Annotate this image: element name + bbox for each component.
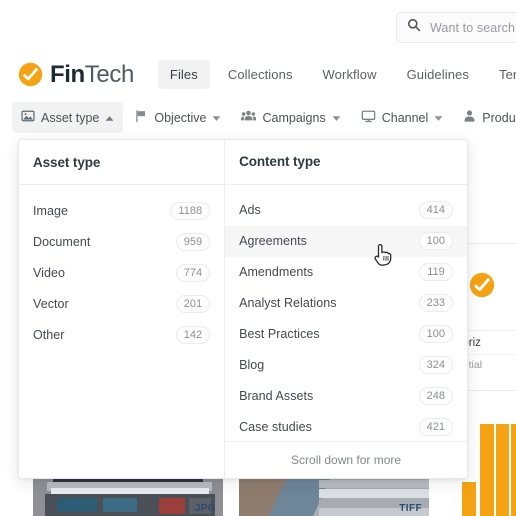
nav-item-workflow[interactable]: Workflow [311, 60, 389, 89]
asset-type-option-vector[interactable]: Vector 201 [19, 288, 224, 319]
option-label: Agreements [239, 234, 307, 249]
option-label: Other [33, 327, 65, 342]
monitor-icon [361, 109, 376, 126]
brand-logo[interactable]: FinTech [18, 61, 134, 89]
brand-name: FinTech [50, 61, 134, 89]
asset-type-dropdown-panel: Asset type Image 1188 Document 959 Video… [18, 139, 468, 479]
nav-item-templates[interactable]: Ten [487, 60, 516, 89]
content-type-option-ads[interactable]: Ads 414 [225, 195, 467, 226]
nav-items: Files Collections Workflow Guidelines Te… [157, 60, 516, 89]
asset-type-column: Asset type Image 1188 Document 959 Video… [19, 140, 226, 478]
file-format-badge: JPG [194, 503, 216, 514]
brand-name-part2: Tech [84, 60, 135, 88]
option-count: 421 [418, 418, 453, 437]
search-placeholder-text: Want to search [430, 20, 515, 35]
content-type-list: Ads 414 Agreements 100 Amendments 119 An… [225, 185, 467, 441]
option-count: 959 [175, 232, 211, 251]
asset-type-option-image[interactable]: Image 1188 [19, 195, 224, 226]
content-type-option-best-practices[interactable]: Best Practices 100 [225, 319, 467, 350]
nav-item-files[interactable]: Files [157, 60, 210, 89]
filter-chip-channel[interactable]: Channel [352, 102, 453, 133]
search-icon [407, 18, 421, 37]
filter-chip-campaigns[interactable]: Campaigns [232, 102, 349, 133]
content-type-column: Content type Ads 414 Agreements 100 Amen… [225, 140, 467, 478]
content-type-header: Content type [225, 140, 467, 185]
option-count: 201 [175, 294, 211, 313]
option-label: Vector [33, 296, 69, 311]
person-icon [463, 109, 476, 126]
option-count: 100 [418, 232, 453, 251]
chevron-up-icon [105, 111, 114, 125]
asset-type-option-document[interactable]: Document 959 [19, 226, 224, 257]
asset-type-option-video[interactable]: Video 774 [19, 257, 224, 288]
chevron-down-icon [434, 111, 443, 125]
search-input[interactable]: Want to search [396, 12, 516, 43]
option-label: Blog [239, 358, 265, 373]
chevron-down-icon [332, 111, 341, 125]
option-label: Video [33, 265, 65, 280]
content-type-option-analyst-relations[interactable]: Analyst Relations 233 [225, 288, 467, 319]
scroll-hint-footer[interactable]: Scroll down for more [225, 441, 467, 478]
nav-item-collections[interactable]: Collections [216, 60, 305, 89]
filter-chip-asset-type[interactable]: Asset type [12, 102, 124, 133]
flag-icon [134, 109, 148, 126]
content-type-option-case-studies[interactable]: Case studies 421 [225, 412, 467, 441]
option-label: Case studies [239, 420, 312, 435]
search-row: Want to search [0, 0, 516, 52]
content-type-option-blog[interactable]: Blog 324 [225, 350, 467, 381]
image-icon [21, 109, 35, 126]
asset-type-option-other[interactable]: Other 142 [19, 319, 224, 350]
nav-item-guidelines[interactable]: Guidelines [395, 60, 481, 89]
people-icon [241, 109, 257, 126]
option-count: 324 [418, 356, 453, 375]
filter-bar: Asset type Objective Campaigns Channel P… [0, 97, 516, 138]
option-count: 233 [418, 294, 453, 313]
content-type-option-amendments[interactable]: Amendments 119 [225, 257, 467, 288]
option-count: 119 [419, 263, 453, 282]
orange-circle-check-icon [469, 272, 495, 303]
content-type-option-brand-assets[interactable]: Brand Assets 248 [225, 381, 467, 412]
brand-name-part1: Fin [50, 60, 85, 88]
filter-chip-objective[interactable]: Objective [125, 102, 230, 133]
app-root: Want to search FinTech Files Collections… [0, 0, 516, 516]
content-type-option-agreements[interactable]: Agreements 100 [225, 225, 467, 257]
file-format-badge: TIFF [399, 503, 422, 514]
asset-type-header: Asset type [19, 140, 225, 185]
option-label: Brand Assets [239, 389, 314, 404]
option-count: 414 [418, 201, 453, 220]
option-label: Amendments [239, 265, 314, 280]
filter-chip-label: Objective [154, 110, 207, 125]
orange-circle-check-icon [18, 62, 43, 87]
option-count: 142 [175, 325, 211, 344]
option-label: Ads [239, 203, 261, 218]
filter-chip-label: Channel [381, 110, 429, 125]
option-label: Analyst Relations [239, 296, 337, 311]
filter-chip-label: Campaigns [262, 110, 326, 125]
option-label: Document [33, 234, 91, 249]
filter-chip-label: Produced b [482, 110, 516, 125]
option-label: Image [33, 203, 68, 218]
option-label: Best Practices [239, 327, 320, 342]
asset-type-list: Image 1188 Document 959 Video 774 Vector… [19, 185, 224, 478]
option-count: 774 [175, 263, 211, 282]
option-count: 1188 [170, 201, 211, 220]
option-count: 100 [418, 325, 453, 344]
option-count: 248 [418, 387, 453, 406]
main-nav: FinTech Files Collections Workflow Guide… [0, 52, 516, 97]
filter-chip-produced-by[interactable]: Produced b [454, 102, 516, 133]
chevron-down-icon [212, 111, 221, 125]
filter-chip-label: Asset type [41, 110, 100, 125]
